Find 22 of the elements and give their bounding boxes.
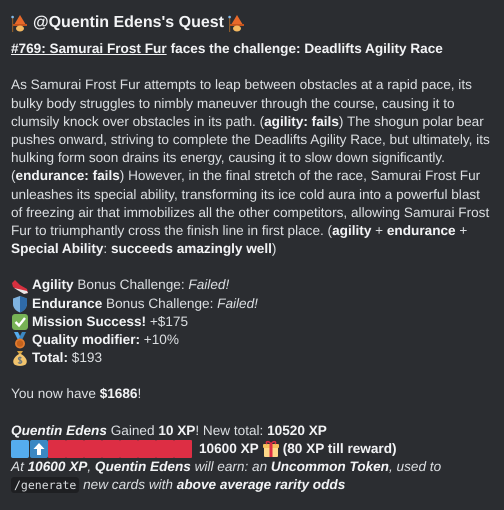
result-line: Total: $193 <box>32 349 102 368</box>
story-paragraph: As Samurai Frost Fur attempts to leap between obstacles at a rapid pace, its bulky body struggles to nimbly maneuver through the course, causing it to clumsily knock over obstacles in its path. (agility: fails) The shogun polar bear pushes onward, striving to complete the Deadlifts Agility Race, but ultimately, its hulking form soon drains its energy, causing it to slow down significantly. (endurance: fails) However, in the final stretch of the race, Samurai Frost Fur unleashes its special ability, transforming its ice cold aura into a powerful blast of freezing air that immobilizes all the other competitors, allowing Samurai Frost Fur to triumphantly cross the finish line in first place. (agility + endurance + Special Ability: succeeds amazingly well) <box>11 76 491 258</box>
check-icon <box>11 312 29 331</box>
result-line: Mission Success! +$175 <box>32 312 188 331</box>
medal-icon <box>11 331 29 350</box>
quest-link[interactable]: #769: Samurai Frost Fur <box>11 40 167 58</box>
gift-icon <box>262 440 280 458</box>
result-line: Quality modifier: +10% <box>32 331 179 350</box>
balance-text: You now have $1686! <box>11 385 142 404</box>
xp-gain-text: Quentin Edens Gained 10 XP! New total: 10520 XP <box>11 422 328 440</box>
quest-title: @Quentin Edens's Quest <box>33 14 224 32</box>
result-line: Agility Bonus Challenge: Failed! <box>32 276 230 294</box>
wizard-icon <box>228 14 246 32</box>
xp-remaining: (80 XP till reward) <box>282 440 397 458</box>
result-line: Endurance Bonus Challenge: Failed! <box>32 294 258 313</box>
money-bag-icon <box>11 349 29 368</box>
challenge-heading: faces the challenge: Deadlifts Agility Race <box>170 40 443 58</box>
wizard-icon <box>11 14 29 32</box>
reward-note: At 10600 XP, Quentin Edens will earn: an Uncommon Token, used to /generate new cards with above average rarity odds <box>11 458 442 494</box>
shield-icon <box>11 294 29 313</box>
xp-target: 10600 XP <box>199 440 259 458</box>
command-code: /generate <box>11 477 80 494</box>
